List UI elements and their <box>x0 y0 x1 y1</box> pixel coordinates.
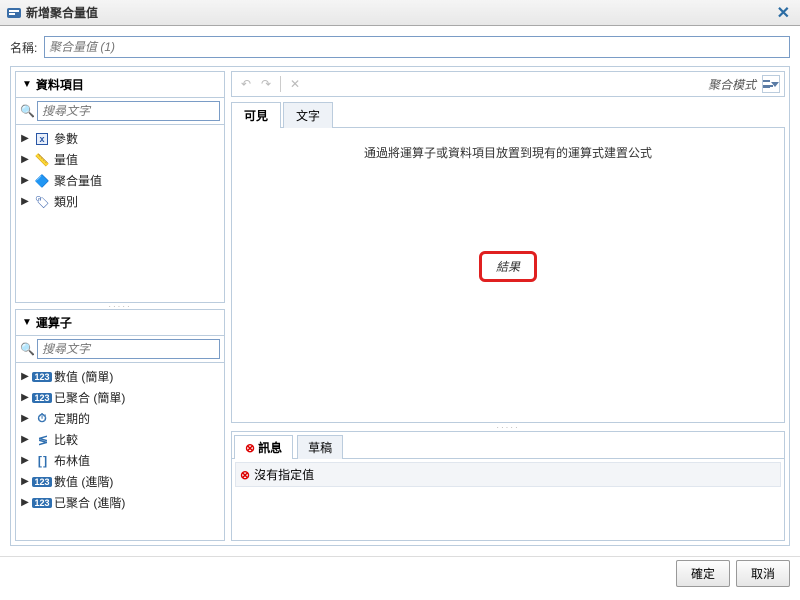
delete-button[interactable]: ✕ <box>285 74 305 94</box>
collapse-icon: ▼ <box>22 317 32 328</box>
name-label: 名稱: <box>10 39 44 56</box>
tab-draft[interactable]: 草稿 <box>297 435 343 459</box>
result-placeholder[interactable]: 結果 <box>479 251 537 282</box>
message-row[interactable]: ⊗ 沒有指定值 <box>235 462 781 487</box>
data-items-header[interactable]: ▼ 資料項目 <box>16 72 224 98</box>
operators-header[interactable]: ▼ 運算子 <box>16 310 224 336</box>
tab-text[interactable]: 文字 <box>283 102 333 128</box>
tree-item-boolean[interactable]: ▶[ ]布林值 <box>18 450 222 471</box>
measure-icon: 📏 <box>33 153 51 167</box>
data-items-panel: ▼ 資料項目 🔍 ▶x參數 ▶📏量值 ▶🔷聚合量值 ▶🏷類別 <box>15 71 225 303</box>
tab-messages[interactable]: ⊗ 訊息 <box>234 435 293 459</box>
data-items-search-input[interactable] <box>37 101 220 121</box>
ok-button[interactable]: 確定 <box>676 560 730 587</box>
expression-canvas[interactable]: 通過將運算子或資料項目放置到現有的運算式建置公式 結果 <box>231 128 785 423</box>
expand-icon: ▶ <box>20 476 30 487</box>
data-items-tree: ▶x參數 ▶📏量值 ▶🔷聚合量值 ▶🏷類別 <box>16 125 224 302</box>
operators-panel: ▼ 運算子 🔍 ▶123數值 (簡單) ▶123已聚合 (簡單) ▶⏱定期的 ▶… <box>15 309 225 541</box>
tab-messages-label: 訊息 <box>258 439 282 456</box>
name-input[interactable] <box>44 36 790 58</box>
main-area: ▼ 資料項目 🔍 ▶x參數 ▶📏量值 ▶🔷聚合量值 ▶🏷類別 ····· ▼ <box>10 66 790 546</box>
numeric-icon: 123 <box>33 496 51 510</box>
app-icon <box>6 5 22 21</box>
tree-item-label: 量值 <box>54 151 78 168</box>
tree-item-measures[interactable]: ▶📏量值 <box>18 149 222 170</box>
tree-item-label: 定期的 <box>54 410 90 427</box>
expand-icon: ▶ <box>20 497 30 508</box>
tree-item-periodic[interactable]: ▶⏱定期的 <box>18 408 222 429</box>
tree-item-aggregated-adv[interactable]: ▶123已聚合 (進階) <box>18 492 222 513</box>
messages-body: ⊗ 沒有指定值 <box>232 459 784 540</box>
expand-icon: ▶ <box>20 175 30 186</box>
expand-icon: ▶ <box>20 392 30 403</box>
numeric-icon: 123 <box>33 391 51 405</box>
tree-item-label: 參數 <box>54 130 78 147</box>
expand-icon: ▶ <box>20 455 30 466</box>
tree-item-comparison[interactable]: ▶≶比較 <box>18 429 222 450</box>
numeric-icon: 123 <box>33 370 51 384</box>
tree-item-label: 數值 (進階) <box>54 473 113 490</box>
search-icon: 🔍 <box>20 342 35 356</box>
periodic-icon: ⏱ <box>33 412 51 426</box>
toolbar-divider <box>280 76 281 92</box>
canvas-messages-splitter[interactable]: ····· <box>231 423 785 431</box>
tree-item-label: 已聚合 (進階) <box>54 494 125 511</box>
error-icon: ⊗ <box>245 441 255 455</box>
expand-icon: ▶ <box>20 371 30 382</box>
data-items-search: 🔍 <box>16 98 224 125</box>
tree-item-label: 數值 (簡單) <box>54 368 113 385</box>
tree-item-parameters[interactable]: ▶x參數 <box>18 128 222 149</box>
tree-item-label: 比較 <box>54 431 78 448</box>
boolean-icon: [ ] <box>33 454 51 468</box>
messages-panel: ⊗ 訊息 草稿 ⊗ 沒有指定值 <box>231 431 785 541</box>
search-icon: 🔍 <box>20 104 35 118</box>
tree-item-numeric-adv[interactable]: ▶123數值 (進階) <box>18 471 222 492</box>
tree-item-numeric-simple[interactable]: ▶123數值 (簡單) <box>18 366 222 387</box>
tree-item-aggregated-simple[interactable]: ▶123已聚合 (簡單) <box>18 387 222 408</box>
options-button[interactable] <box>762 75 780 93</box>
editor-tabs: 可見 文字 <box>231 101 785 128</box>
operators-search-input[interactable] <box>37 339 220 359</box>
expand-icon: ▶ <box>20 434 30 445</box>
tree-item-label: 聚合量值 <box>54 172 102 189</box>
canvas-hint: 通過將運算子或資料項目放置到現有的運算式建置公式 <box>364 144 652 161</box>
tree-item-categories[interactable]: ▶🏷類別 <box>18 191 222 212</box>
dialog-body: 名稱: ▼ 資料項目 🔍 ▶x參數 ▶📏量值 ▶🔷聚合量值 ▶🏷類別 <box>0 26 800 556</box>
title-bar: 新增聚合量值 ✕ <box>0 0 800 26</box>
category-icon: 🏷 <box>33 195 51 209</box>
tree-item-label: 類別 <box>54 193 78 210</box>
message-text: 沒有指定值 <box>254 466 314 483</box>
tree-item-aggregates[interactable]: ▶🔷聚合量值 <box>18 170 222 191</box>
expand-icon: ▶ <box>20 133 30 144</box>
comparison-icon: ≶ <box>33 433 51 447</box>
parameter-icon: x <box>33 132 51 146</box>
expand-icon: ▶ <box>20 413 30 424</box>
error-icon: ⊗ <box>240 468 250 482</box>
expand-icon: ▶ <box>20 154 30 165</box>
window-title: 新增聚合量值 <box>26 4 773 21</box>
right-column: ↶ ↷ ✕ 聚合模式 可見 文字 通過將運算子或資料項目放置到現有的運算式建置公… <box>231 71 785 541</box>
collapse-icon: ▼ <box>22 79 32 90</box>
operators-tree: ▶123數值 (簡單) ▶123已聚合 (簡單) ▶⏱定期的 ▶≶比較 ▶[ ]… <box>16 363 224 540</box>
expand-icon: ▶ <box>20 196 30 207</box>
tree-item-label: 已聚合 (簡單) <box>54 389 125 406</box>
tree-item-label: 布林值 <box>54 452 90 469</box>
close-button[interactable]: ✕ <box>773 3 794 23</box>
mode-label: 聚合模式 <box>708 76 756 93</box>
redo-button[interactable]: ↷ <box>256 74 276 94</box>
editor-toolbar: ↶ ↷ ✕ 聚合模式 <box>231 71 785 97</box>
undo-button[interactable]: ↶ <box>236 74 256 94</box>
cancel-button[interactable]: 取消 <box>736 560 790 587</box>
tab-visible[interactable]: 可見 <box>231 102 281 128</box>
dialog-footer: 確定 取消 <box>0 556 800 590</box>
left-column: ▼ 資料項目 🔍 ▶x參數 ▶📏量值 ▶🔷聚合量值 ▶🏷類別 ····· ▼ <box>15 71 225 541</box>
operators-title: 運算子 <box>36 314 72 331</box>
name-row: 名稱: <box>10 36 790 58</box>
aggregate-icon: 🔷 <box>33 174 51 188</box>
data-items-title: 資料項目 <box>36 76 84 93</box>
numeric-icon: 123 <box>33 475 51 489</box>
message-tabs: ⊗ 訊息 草稿 <box>232 432 784 459</box>
operators-search: 🔍 <box>16 336 224 363</box>
